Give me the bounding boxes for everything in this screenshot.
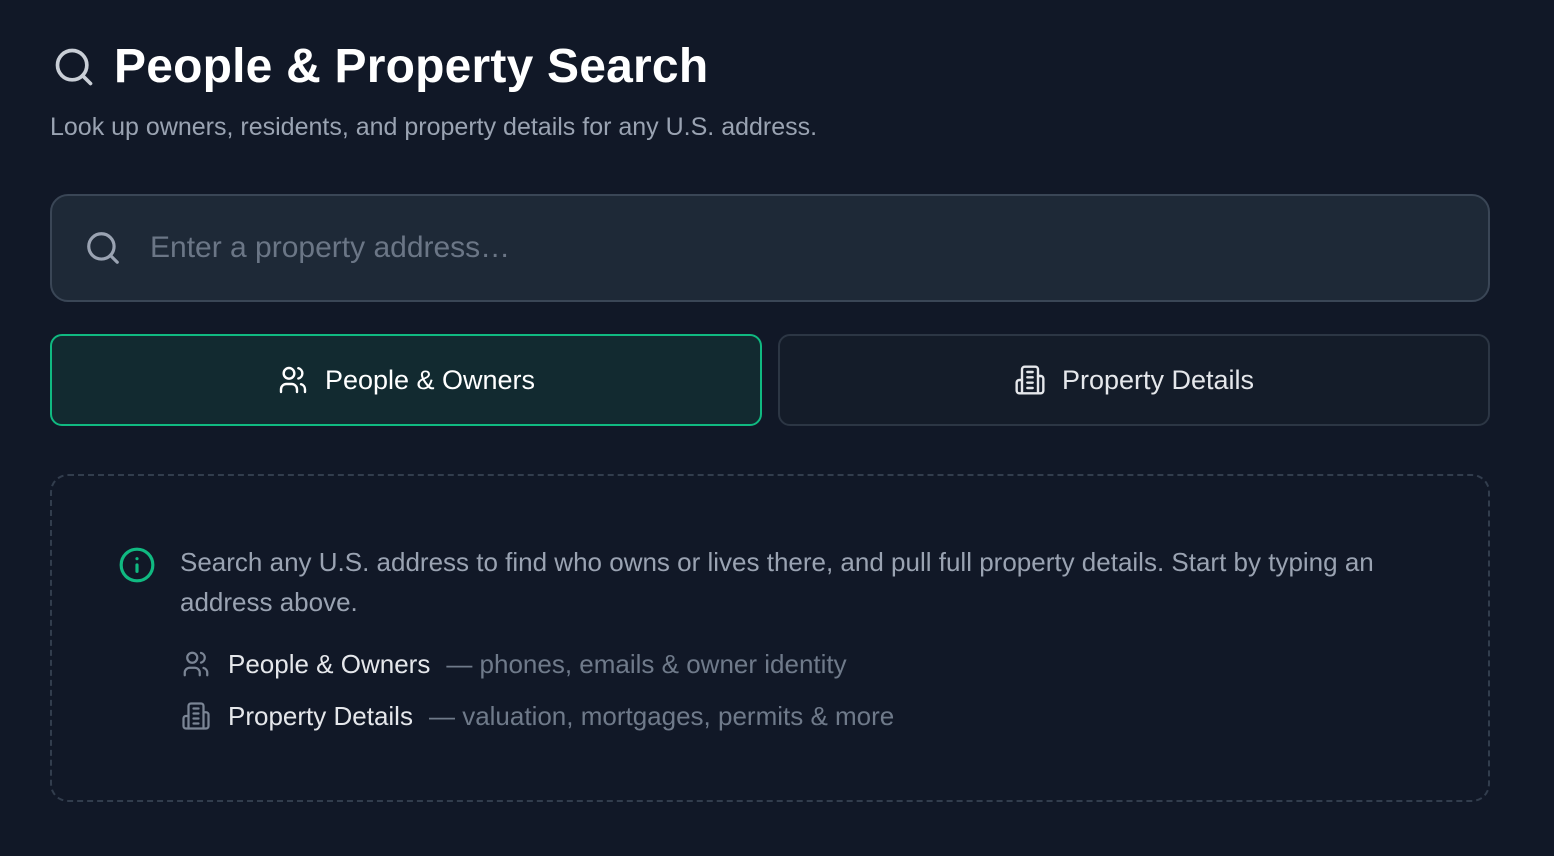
page-subtitle: Look up owners, residents, and property …	[50, 113, 818, 141]
tab-label: People & Owners	[324, 364, 536, 395]
search-icon	[52, 45, 96, 89]
page-title: People & Property Search	[114, 40, 709, 93]
tab-label: Property Details	[1061, 364, 1255, 395]
info-text: Search any U.S. address to find who owns…	[180, 547, 1374, 617]
feature-name: Property Details	[228, 700, 413, 731]
page-header: People & Property Search	[52, 40, 708, 94]
building-icon	[180, 700, 212, 732]
feature-name: People & Owners	[228, 648, 431, 679]
search-icon	[84, 229, 122, 267]
tab-people-owners[interactable]: People & Owners	[50, 334, 762, 426]
feature-item-people: People & Owners — phones, emails & owner…	[180, 648, 847, 680]
feature-description: — phones, emails & owner identity	[446, 648, 847, 679]
page: People & Property Search Look up owners,…	[0, 0, 1554, 856]
address-search-input[interactable]	[150, 218, 1450, 278]
info-card: Search any U.S. address to find who owns…	[50, 474, 1490, 802]
people-icon	[277, 364, 309, 396]
people-icon	[180, 648, 212, 680]
feature-item-property: Property Details — valuation, mortgages,…	[180, 700, 894, 732]
info-icon	[118, 546, 156, 584]
feature-description: — valuation, mortgages, permits & more	[428, 700, 895, 731]
tab-property-details[interactable]: Property Details	[778, 334, 1490, 426]
address-search-box[interactable]	[50, 194, 1490, 302]
building-icon	[1014, 364, 1046, 396]
